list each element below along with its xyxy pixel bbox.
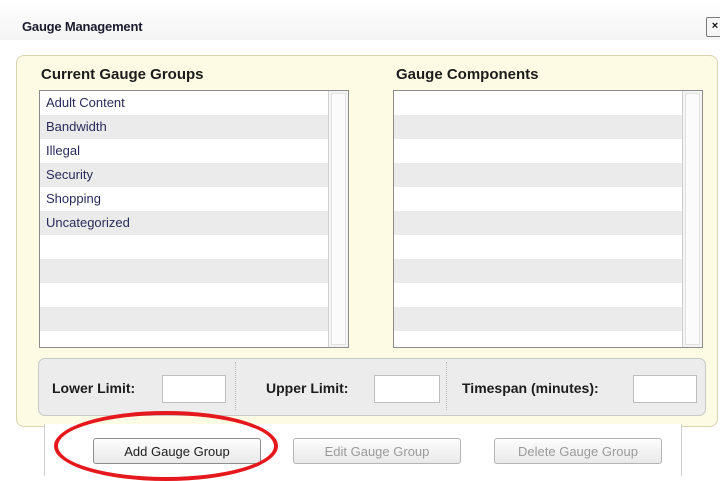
gauge-management-dialog: Gauge Management × Current Gauge Groups … <box>0 0 720 481</box>
lower-limit-label: Lower Limit: <box>52 380 136 396</box>
delete-gauge-group-button[interactable]: Delete Gauge Group <box>494 438 662 464</box>
list-item-empty <box>394 91 682 115</box>
current-gauge-groups-heading: Current Gauge Groups <box>41 66 204 83</box>
list-item-empty <box>394 187 682 211</box>
list-item[interactable]: Adult Content <box>40 91 328 115</box>
list-item[interactable]: Illegal <box>40 139 328 163</box>
list-item-empty <box>40 307 328 331</box>
list-item-empty <box>40 331 328 347</box>
groups-scrollbar[interactable] <box>328 91 348 347</box>
timespan-field[interactable] <box>633 375 697 403</box>
timespan-label: Timespan (minutes): <box>462 380 599 396</box>
list-item-empty <box>394 307 682 331</box>
upper-limit-label: Upper Limit: <box>266 380 349 396</box>
title-bar: Gauge Management × <box>0 0 720 40</box>
lower-limit-field[interactable] <box>162 375 226 403</box>
divider <box>235 362 236 410</box>
gauge-groups-list[interactable]: Adult Content Bandwidth Illegal Security… <box>39 90 349 348</box>
edit-gauge-group-button[interactable]: Edit Gauge Group <box>293 438 461 464</box>
list-item-empty <box>394 259 682 283</box>
list-item[interactable]: Security <box>40 163 328 187</box>
upper-limit-field[interactable] <box>374 375 440 403</box>
list-item-empty <box>394 139 682 163</box>
list-item-empty <box>394 283 682 307</box>
list-item[interactable]: Bandwidth <box>40 115 328 139</box>
close-button[interactable]: × <box>706 17 720 37</box>
list-item-empty <box>394 163 682 187</box>
list-item-empty <box>40 259 328 283</box>
list-item-empty <box>394 235 682 259</box>
list-item-empty <box>394 115 682 139</box>
divider <box>446 362 447 410</box>
highlight-annotation <box>54 411 278 481</box>
components-scrollbar[interactable] <box>682 91 702 347</box>
gauge-components-heading: Gauge Components <box>396 66 539 83</box>
list-item[interactable]: Uncategorized <box>40 211 328 235</box>
gauge-components-list[interactable] <box>393 90 703 348</box>
list-item-empty <box>394 211 682 235</box>
limits-panel <box>38 358 706 416</box>
list-item-empty <box>40 283 328 307</box>
list-item-empty <box>394 331 682 347</box>
list-item-empty <box>40 235 328 259</box>
close-icon: × <box>711 20 719 32</box>
list-item[interactable]: Shopping <box>40 187 328 211</box>
dialog-title: Gauge Management <box>22 19 143 34</box>
